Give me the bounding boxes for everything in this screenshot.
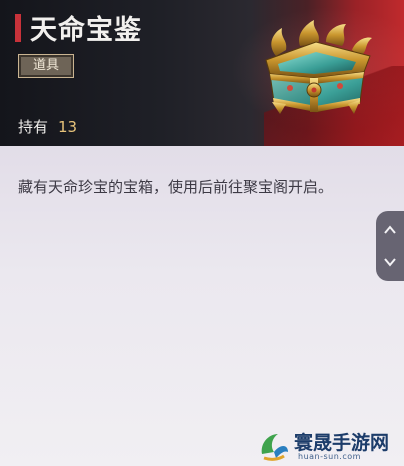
- item-name: 天命宝鉴: [30, 15, 142, 46]
- item-header: 天命宝鉴 道具 持有 13: [0, 0, 404, 146]
- watermark-name: 寰晟手游网: [294, 432, 390, 454]
- item-category-badge: 道具: [18, 54, 74, 78]
- chevron-down-icon[interactable]: [383, 255, 397, 269]
- item-description-panel: 藏有天命珍宝的宝箱，使用后前往聚宝阁开启。: [0, 146, 404, 466]
- owned-count-row: 持有 13: [18, 116, 77, 137]
- site-watermark: 寰晟手游网 huan-sun.com: [252, 426, 404, 466]
- item-detail-card: 天命宝鉴 道具 持有 13 藏有天命珍宝的宝箱，使用后前往聚宝阁开启。 寰晟手游…: [0, 0, 404, 466]
- owned-label: 持有: [18, 118, 49, 136]
- owned-count: 13: [58, 118, 78, 136]
- item-description: 藏有天命珍宝的宝箱，使用后前往聚宝阁开启。: [18, 178, 334, 196]
- watermark-logo-icon: [261, 434, 288, 461]
- chevron-up-icon[interactable]: [383, 223, 397, 237]
- scroll-control[interactable]: [376, 211, 404, 281]
- treasure-chest-icon: [265, 20, 372, 114]
- watermark-url: huan-sun.com: [298, 452, 361, 461]
- title-accent-bar: [15, 14, 21, 42]
